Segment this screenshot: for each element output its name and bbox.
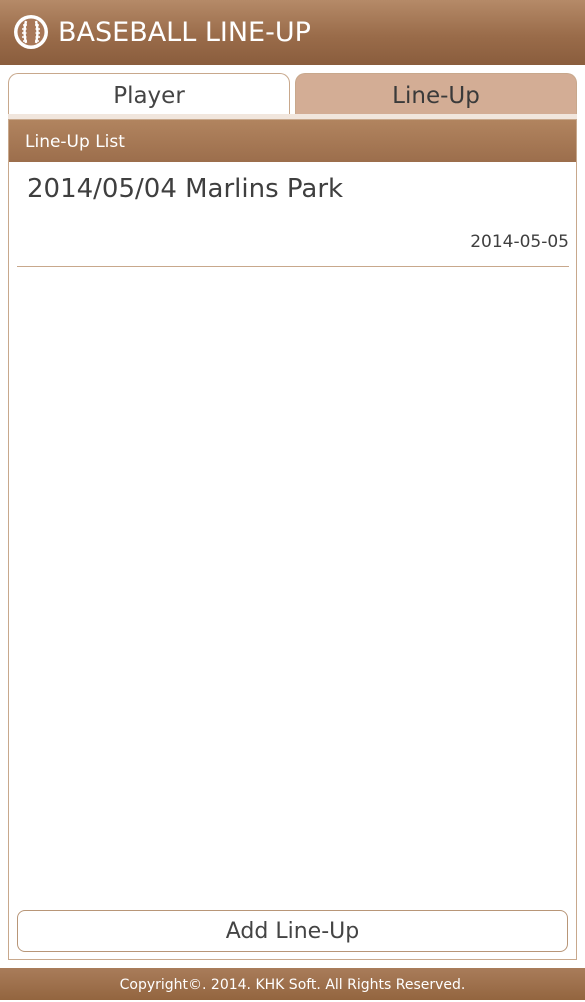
footer-copyright: Copyright©. 2014. KHK Soft. All Rights R… <box>0 968 585 1000</box>
list-item[interactable]: 2014/05/04 Marlins Park 2014-05-05 <box>17 162 569 267</box>
line-up-title: 2014/05/04 Marlins Park <box>27 174 344 204</box>
app-title: BASEBALL LINE-UP <box>58 17 311 48</box>
add-line-up-button[interactable]: Add Line-Up <box>17 910 568 952</box>
panel-header: Line-Up List <box>9 120 576 162</box>
tab-line-up[interactable]: Line-Up <box>295 73 577 114</box>
line-up-date: 2014-05-05 <box>470 232 569 252</box>
tab-player[interactable]: Player <box>8 73 290 114</box>
line-up-panel: Line-Up List 2014/05/04 Marlins Park 201… <box>8 119 577 960</box>
baseball-icon <box>14 15 48 49</box>
title-bar: BASEBALL LINE-UP <box>0 0 585 65</box>
